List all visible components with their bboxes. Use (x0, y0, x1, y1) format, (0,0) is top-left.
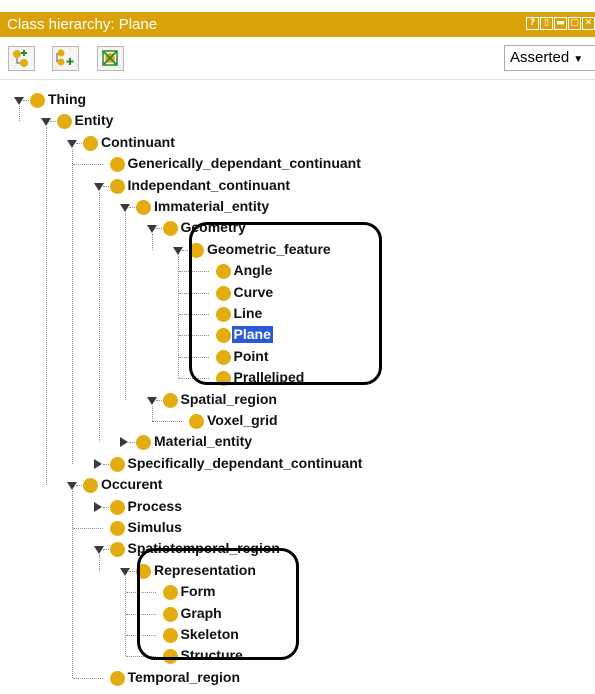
tree-guide-line (19, 106, 20, 122)
class-bullet-icon (109, 542, 125, 558)
class-bullet-icon (109, 178, 125, 194)
window-controls: ? ▯ ▬ ▢ ✕ (526, 17, 595, 30)
help-icon[interactable]: ? (526, 17, 539, 30)
class-bullet-icon (109, 670, 125, 686)
tree-node-label[interactable]: Thing (48, 91, 86, 108)
class-bullet-icon (30, 93, 45, 108)
dropdown-arrow-icon: ▼ (573, 54, 584, 65)
class-bullet-icon (109, 456, 125, 472)
maximize-icon[interactable]: ▢ (568, 17, 581, 30)
tree-node-label[interactable]: Immaterial_entity (154, 198, 269, 215)
tree-guide-line (151, 405, 153, 421)
tree-node-label[interactable]: Specifically_dependant_continuant (128, 455, 363, 472)
delete-class-button[interactable] (97, 46, 124, 71)
expand-icon[interactable] (93, 501, 102, 512)
tree-guide-line (45, 127, 47, 486)
tree-connector (72, 677, 103, 679)
highlight-geometric-feature (189, 222, 382, 385)
class-bullet-icon (109, 521, 125, 536)
add-subclass-button[interactable] (8, 46, 35, 71)
tree-guide-line (72, 148, 73, 464)
collapse-icon[interactable] (67, 482, 77, 491)
view-mode-dropdown[interactable]: Asserted ▼ (504, 45, 595, 71)
tree-node-label[interactable]: Material_entity (154, 433, 252, 450)
tree-node-label[interactable]: Continuant (101, 134, 175, 151)
tree-node-label[interactable]: Temporal_region (128, 669, 241, 686)
collapse-icon[interactable] (146, 396, 157, 405)
view-mode-value: Asserted (510, 49, 570, 66)
class-bullet-icon (109, 499, 125, 515)
collapse-icon[interactable] (146, 225, 157, 234)
minimize-icon[interactable]: ▬ (554, 17, 567, 30)
collapse-icon[interactable] (93, 546, 104, 555)
delete-class-icon (102, 50, 118, 66)
tree-node-label[interactable]: Occurent (101, 476, 162, 493)
window-title: Class hierarchy: Plane (7, 16, 158, 33)
add-sibling-button[interactable] (52, 46, 79, 71)
tree-guide-line (98, 555, 100, 571)
add-sibling-icon (56, 49, 74, 66)
collapse-icon[interactable] (14, 97, 24, 105)
class-bullet-icon (162, 392, 178, 408)
tree-node-label[interactable]: Spatial_region (181, 391, 277, 408)
tree-node-label[interactable]: Process (128, 498, 182, 515)
tree-connector (152, 421, 182, 422)
collapse-icon[interactable] (173, 246, 183, 255)
collapse-icon[interactable] (40, 118, 51, 127)
tree-guide-line (151, 234, 153, 250)
collapse-icon[interactable] (93, 182, 104, 191)
class-bullet-icon (136, 200, 151, 215)
tree-node-label[interactable]: Generically_dependant_continuant (128, 155, 361, 172)
expand-icon[interactable] (120, 437, 128, 448)
split-icon[interactable]: ▯ (540, 17, 553, 30)
tree-node-label[interactable]: Entity (75, 112, 114, 129)
class-bullet-icon (109, 157, 125, 173)
collapse-icon[interactable] (120, 567, 130, 576)
tree-node-label[interactable]: Independant_continuant (128, 177, 291, 194)
tree-node-label[interactable]: Simulus (128, 519, 182, 536)
tree-connector (72, 164, 103, 166)
tree-guide-line (98, 191, 100, 443)
collapse-icon[interactable] (120, 204, 130, 212)
add-subclass-icon (13, 50, 28, 67)
class-bullet-icon (56, 114, 72, 130)
tree-node-label[interactable]: Voxel_grid (207, 412, 278, 429)
title-bar: Class hierarchy: Plane ? ▯ ▬ ▢ ✕ (0, 12, 595, 37)
tree-connector (72, 528, 103, 529)
tree-guide-line (72, 491, 73, 678)
class-bullet-icon (83, 135, 98, 151)
tree-guide-line (125, 213, 126, 400)
class-bullet-icon (189, 414, 204, 429)
tree-guide-line (125, 576, 126, 657)
expand-icon[interactable] (93, 458, 102, 469)
highlight-representation (137, 548, 299, 660)
close-icon[interactable]: ✕ (582, 17, 595, 30)
toolbar: Asserted ▼ (0, 37, 595, 80)
class-bullet-icon (83, 478, 98, 494)
tree-guide-line (178, 255, 179, 379)
collapse-icon[interactable] (67, 139, 77, 148)
class-bullet-icon (162, 221, 178, 237)
class-bullet-icon (136, 435, 151, 451)
